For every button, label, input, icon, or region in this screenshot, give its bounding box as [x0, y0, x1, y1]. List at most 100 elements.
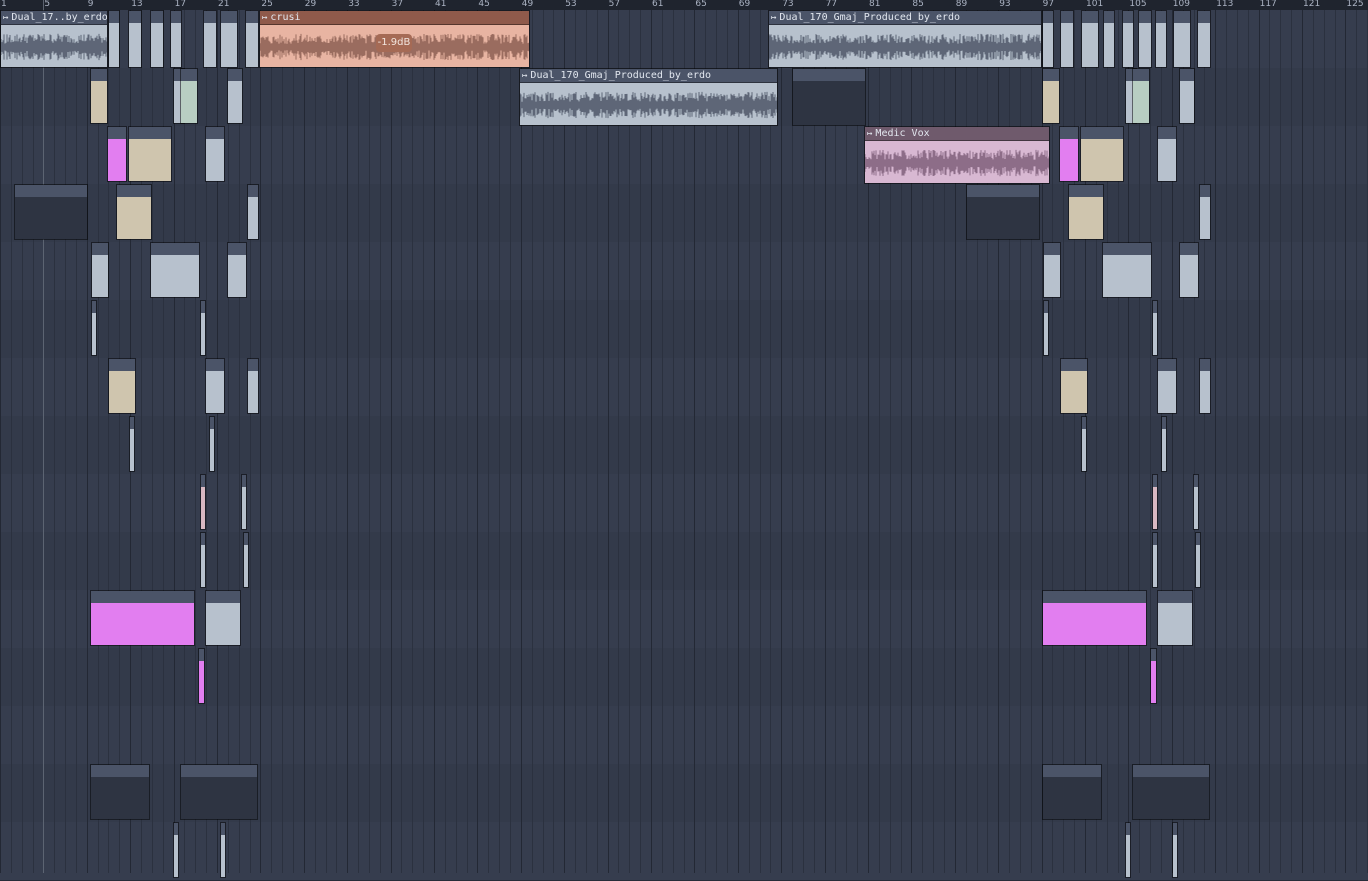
pattern-clip[interactable] — [150, 10, 164, 68]
pattern-clip[interactable] — [200, 300, 206, 356]
pattern-clip-header[interactable] — [109, 11, 119, 23]
pattern-clip-header[interactable] — [248, 359, 258, 371]
pattern-clip-header[interactable] — [108, 127, 126, 139]
pattern-clip-header[interactable] — [228, 69, 242, 81]
pattern-clip[interactable] — [1150, 648, 1157, 704]
pattern-clip-header[interactable] — [1158, 127, 1176, 139]
pattern-clip[interactable] — [1179, 242, 1199, 298]
pattern-clip[interactable] — [1157, 126, 1177, 182]
pattern-clip[interactable] — [198, 648, 205, 704]
pattern-clip-header[interactable] — [1174, 11, 1190, 23]
pattern-clip[interactable] — [107, 126, 127, 182]
pattern-clip-header[interactable] — [1153, 533, 1157, 545]
pattern-clip-header[interactable] — [171, 11, 181, 23]
pattern-clip-header[interactable] — [1043, 765, 1101, 777]
pattern-clip[interactable] — [1060, 10, 1074, 68]
pattern-clip-header[interactable] — [91, 765, 149, 777]
pattern-clip-header[interactable] — [1061, 359, 1087, 371]
pattern-clip-header[interactable] — [206, 359, 224, 371]
pattern-clip-header[interactable] — [204, 11, 216, 23]
pattern-clip[interactable] — [90, 764, 150, 820]
pattern-clip[interactable] — [792, 68, 866, 126]
pattern-clip[interactable] — [243, 532, 249, 588]
pattern-clip[interactable] — [200, 532, 206, 588]
pattern-clip[interactable] — [116, 184, 152, 240]
pattern-clip[interactable] — [1060, 358, 1088, 414]
pattern-clip[interactable] — [220, 10, 238, 68]
pattern-clip[interactable] — [200, 474, 206, 530]
pattern-clip[interactable] — [129, 416, 135, 472]
pattern-clip-header[interactable] — [1151, 649, 1156, 661]
pattern-clip[interactable] — [1161, 416, 1167, 472]
pattern-clip-header[interactable] — [1158, 591, 1192, 603]
pattern-clip-header[interactable] — [1153, 475, 1157, 487]
pattern-clip[interactable] — [1125, 822, 1131, 878]
pattern-clip-header[interactable] — [1200, 359, 1210, 371]
pattern-clip[interactable] — [1155, 10, 1167, 68]
pattern-clip[interactable] — [173, 822, 179, 878]
pattern-clip-header[interactable] — [91, 69, 107, 81]
pattern-clip[interactable] — [1157, 590, 1193, 646]
pattern-clip[interactable] — [90, 68, 108, 124]
pattern-clip[interactable] — [108, 358, 136, 414]
pattern-clip[interactable] — [247, 184, 259, 240]
pattern-clip-header[interactable] — [1069, 185, 1103, 197]
pattern-clip-header[interactable] — [91, 591, 194, 603]
clip-header[interactable]: ↦ crusi — [260, 11, 529, 25]
pattern-clip-header[interactable] — [1060, 127, 1078, 139]
pattern-clip-header[interactable] — [221, 11, 237, 23]
pattern-clip[interactable] — [1193, 474, 1199, 530]
pattern-clip[interactable] — [1157, 358, 1177, 414]
pattern-clip[interactable] — [203, 10, 217, 68]
pattern-clip-header[interactable] — [1139, 11, 1151, 23]
pattern-clip-header[interactable] — [1180, 243, 1198, 255]
pattern-clip[interactable] — [1081, 10, 1099, 68]
pattern-clip-header[interactable] — [201, 475, 205, 487]
pattern-clip-header[interactable] — [228, 243, 246, 255]
pattern-clip[interactable] — [1173, 10, 1191, 68]
pattern-clip[interactable] — [1132, 764, 1210, 820]
pattern-clip-header[interactable] — [1173, 823, 1177, 835]
pattern-clip-header[interactable] — [129, 127, 171, 139]
pattern-clip-header[interactable] — [1153, 301, 1157, 313]
pattern-clip[interactable] — [170, 10, 182, 68]
pattern-clip-header[interactable] — [1196, 533, 1200, 545]
pattern-clip-header[interactable] — [117, 185, 151, 197]
pattern-clip[interactable] — [108, 10, 120, 68]
pattern-clip-header[interactable] — [1133, 765, 1209, 777]
pattern-clip-header[interactable] — [15, 185, 87, 197]
pattern-clip[interactable] — [1068, 184, 1104, 240]
pattern-clip-header[interactable] — [246, 11, 258, 23]
pattern-clip-header[interactable] — [206, 591, 240, 603]
pattern-clip[interactable] — [1042, 10, 1054, 68]
clip-header[interactable]: ↦ Medic Vox — [865, 127, 1049, 141]
pattern-clip-header[interactable] — [1198, 11, 1210, 23]
pattern-clip[interactable] — [14, 184, 88, 240]
pattern-clip-header[interactable] — [1123, 11, 1133, 23]
pattern-clip[interactable] — [1152, 300, 1158, 356]
pattern-clip-header[interactable] — [92, 301, 96, 313]
pattern-clip-header[interactable] — [1082, 11, 1098, 23]
pattern-clip-header[interactable] — [199, 649, 204, 661]
clip-header[interactable]: ↦ Dual_17..by_erdo — [1, 11, 107, 25]
pattern-clip[interactable] — [91, 300, 97, 356]
pattern-clip-header[interactable] — [174, 823, 178, 835]
pattern-clip[interactable] — [1132, 68, 1150, 124]
pattern-clip[interactable] — [180, 68, 198, 124]
pattern-clip-header[interactable] — [1044, 301, 1048, 313]
pattern-clip-header[interactable] — [1133, 69, 1149, 81]
pattern-clip[interactable] — [1197, 10, 1211, 68]
pattern-clip[interactable] — [90, 590, 195, 646]
pattern-clip-header[interactable] — [967, 185, 1039, 197]
pattern-clip-header[interactable] — [92, 243, 108, 255]
pattern-clip-header[interactable] — [1043, 591, 1146, 603]
pattern-clip[interactable] — [180, 764, 258, 820]
pattern-clip[interactable] — [1081, 416, 1087, 472]
pattern-clip[interactable] — [1199, 184, 1211, 240]
pattern-clip-header[interactable] — [1180, 69, 1194, 81]
audio-clip-dual170-mid[interactable]: ↦ Dual_170_Gmaj_Produced_by_erdo — [519, 68, 778, 126]
pattern-clip-header[interactable] — [1043, 11, 1053, 23]
pattern-clip[interactable] — [1179, 68, 1195, 124]
pattern-clip[interactable] — [91, 242, 109, 298]
pattern-clip[interactable] — [1042, 764, 1102, 820]
